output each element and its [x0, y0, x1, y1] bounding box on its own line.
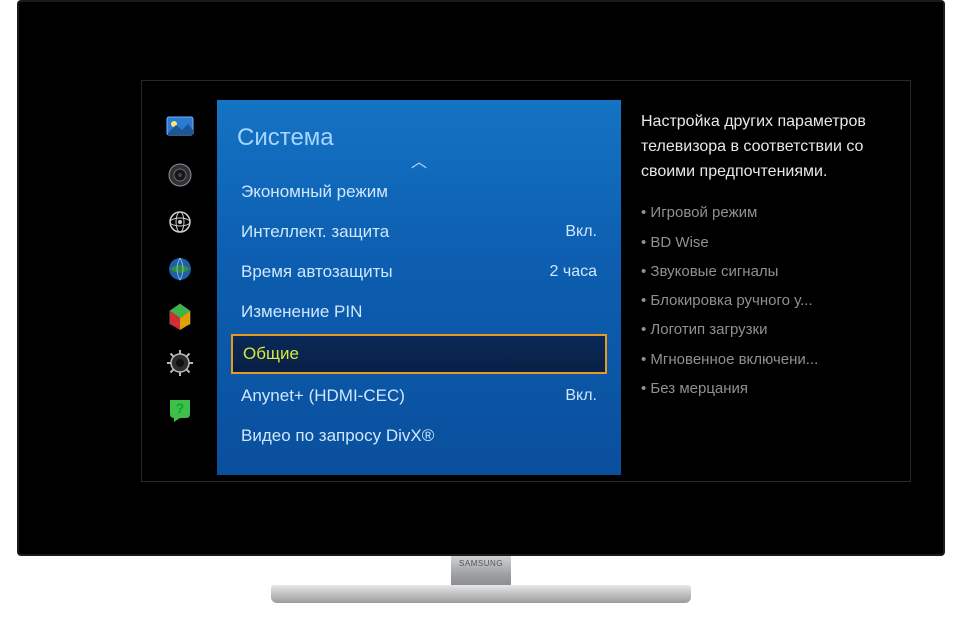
- help-description: Настройка других параметров телевизора в…: [641, 110, 901, 184]
- help-bullet: Без мерцания: [641, 374, 901, 403]
- menu-item-value: 2 часа: [550, 263, 597, 281]
- menu-item-change-pin[interactable]: Изменение PIN: [233, 292, 605, 332]
- menu-item-smart-security[interactable]: Интеллект. защита Вкл.: [233, 212, 605, 252]
- menu-items-list: Экономный режим Интеллект. защита Вкл. В…: [217, 172, 621, 456]
- brand-logo: SAMSUNG: [451, 559, 511, 568]
- menu-item-value: Вкл.: [565, 387, 597, 405]
- menu-item-divx[interactable]: Видео по запросу DivX®: [233, 416, 605, 456]
- menu-item-eco[interactable]: Экономный режим: [233, 172, 605, 212]
- menu-item-label: Изменение PIN: [241, 302, 362, 322]
- menu-panel: Система ︿ Экономный режим Интеллект. защ…: [217, 100, 621, 475]
- menu-title: Система: [217, 100, 621, 158]
- menu-item-label: Экономный режим: [241, 182, 388, 202]
- help-bullet: Звуковые сигналы: [641, 257, 901, 286]
- tv-screen: ? Система ︿ Экономный режим Интеллект. з…: [37, 20, 925, 536]
- menu-item-label: Время автозащиты: [241, 262, 393, 282]
- menu-item-label: Общие: [243, 344, 299, 364]
- menu-item-label: Anynet+ (HDMI-CEC): [241, 386, 405, 406]
- picture-icon[interactable]: [165, 113, 195, 143]
- help-bullets: Игровой режим BD Wise Звуковые сигналы Б…: [641, 198, 901, 403]
- sound-icon[interactable]: [165, 160, 195, 190]
- support-icon[interactable]: ?: [165, 395, 195, 425]
- tv-frame: ? Система ︿ Экономный режим Интеллект. з…: [17, 0, 945, 556]
- system-icon[interactable]: [165, 348, 195, 378]
- menu-item-value: Вкл.: [565, 223, 597, 241]
- smart-hub-icon[interactable]: [165, 301, 195, 331]
- menu-item-auto-protect-time[interactable]: Время автозащиты 2 часа: [233, 252, 605, 292]
- help-bullet: Логотип загрузки: [641, 315, 901, 344]
- settings-sidebar: ?: [160, 113, 200, 425]
- help-bullet: BD Wise: [641, 228, 901, 257]
- help-bullet: Игровой режим: [641, 198, 901, 227]
- broadcast-icon[interactable]: [165, 207, 195, 237]
- menu-item-label: Интеллект. защита: [241, 222, 389, 242]
- help-bullet: Мгновенное включени...: [641, 345, 901, 374]
- tv-stand-base: [271, 585, 691, 603]
- help-bullet: Блокировка ручного у...: [641, 286, 901, 315]
- scroll-up-arrow[interactable]: ︿: [217, 158, 621, 172]
- menu-item-general[interactable]: Общие: [231, 334, 607, 374]
- help-panel: Настройка других параметров телевизора в…: [641, 110, 901, 403]
- svg-text:?: ?: [176, 400, 185, 416]
- menu-item-anynet[interactable]: Anynet+ (HDMI-CEC) Вкл.: [233, 376, 605, 416]
- menu-item-label: Видео по запросу DivX®: [241, 426, 434, 446]
- network-icon[interactable]: [165, 254, 195, 284]
